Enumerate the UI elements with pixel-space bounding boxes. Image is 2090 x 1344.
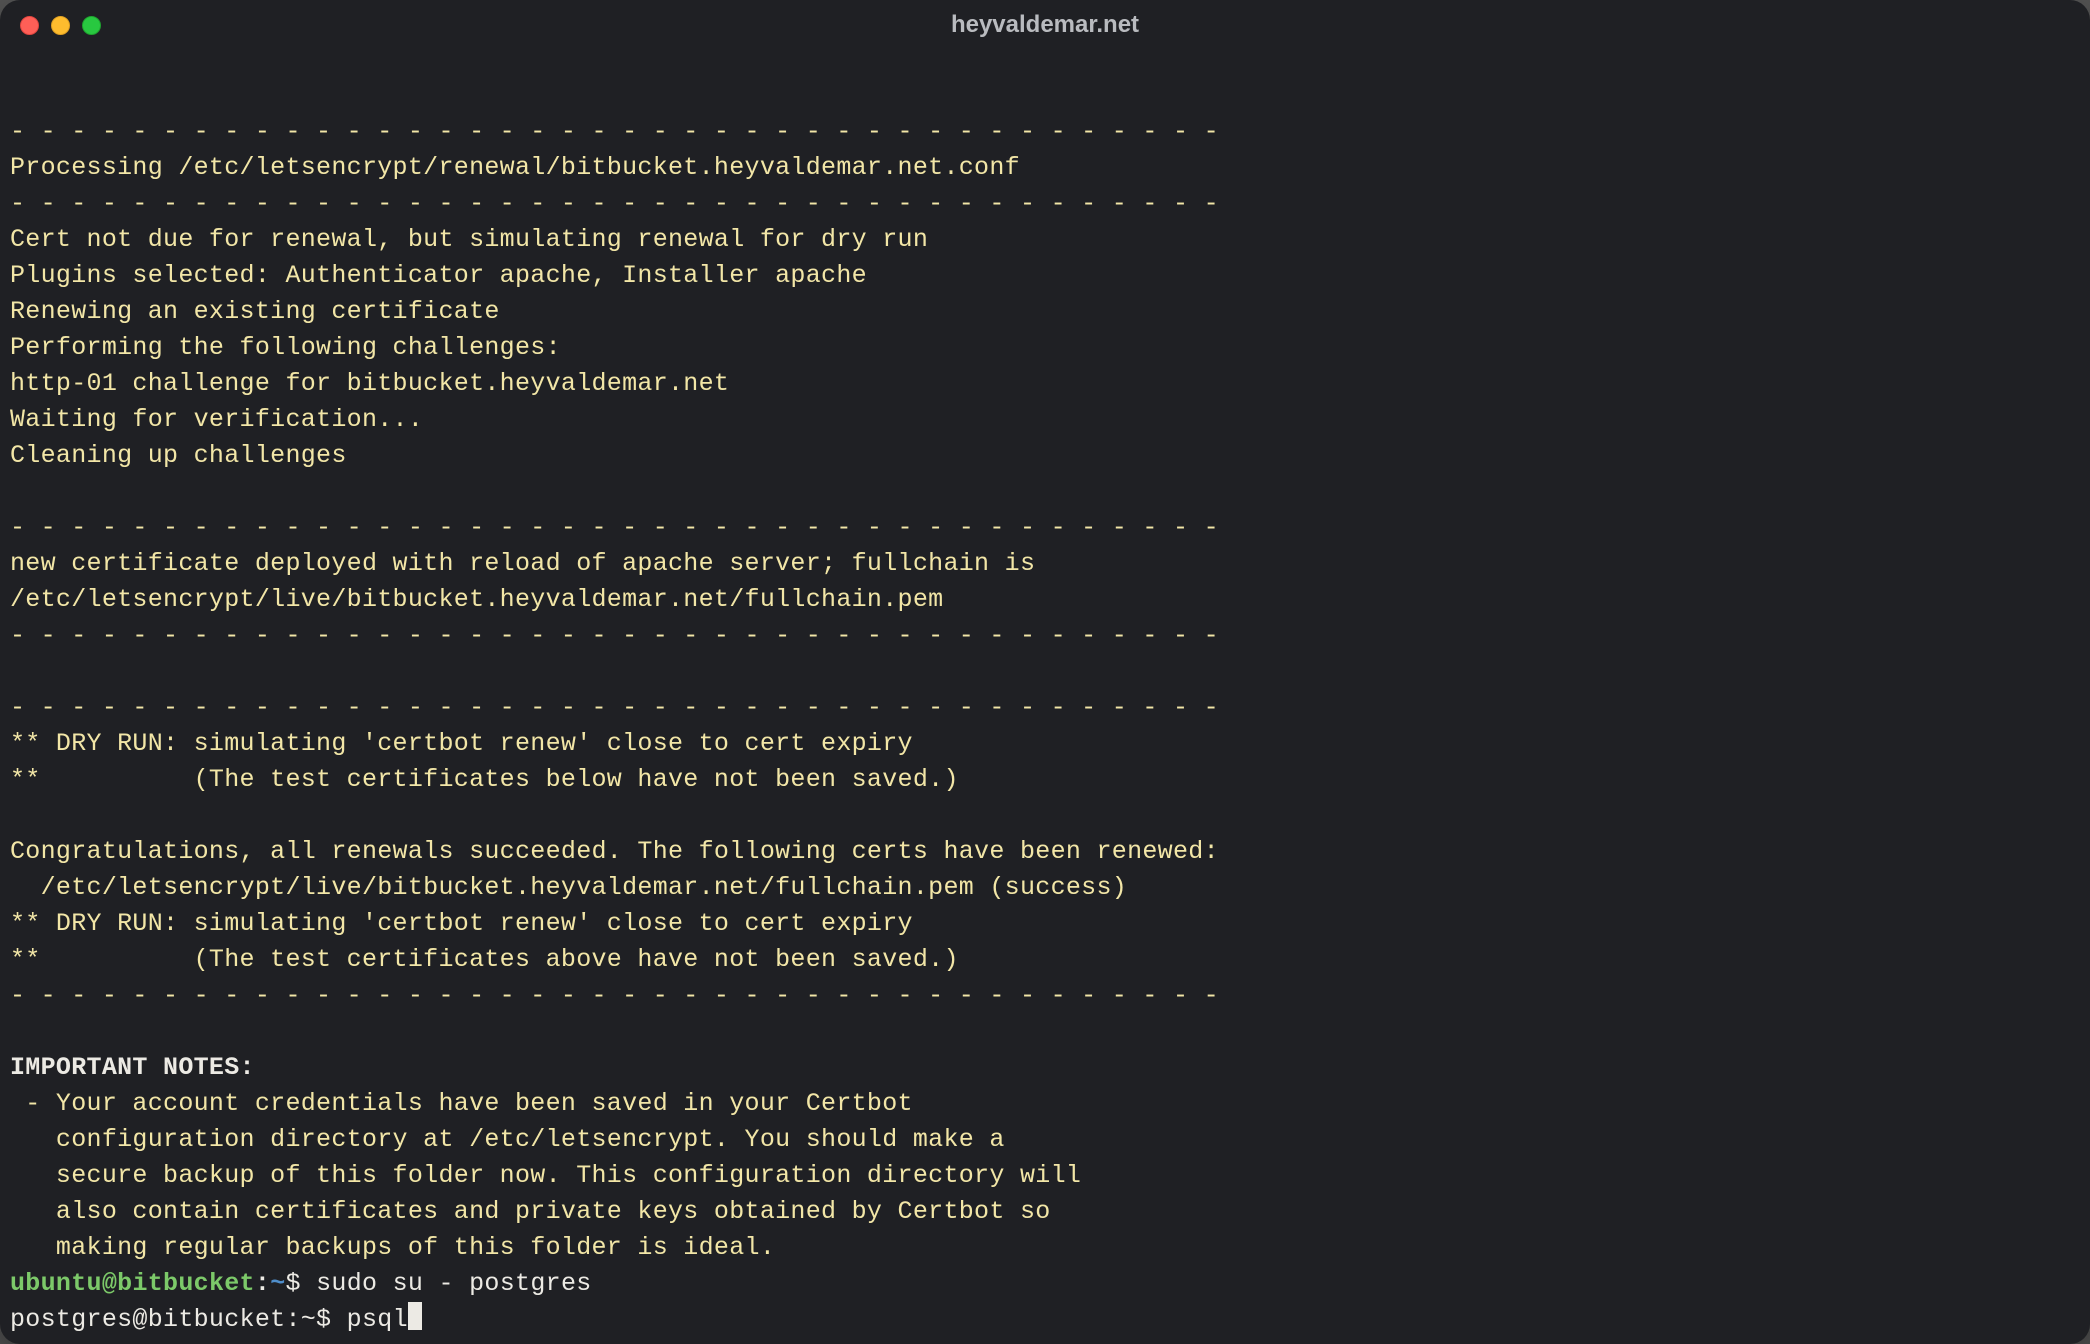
output-line: Cert not due for renewal, but simulating… <box>10 222 2080 258</box>
output-line: ** (The test certificates above have not… <box>10 942 2080 978</box>
command-text: psql <box>347 1305 408 1334</box>
output-line: ** DRY RUN: simulating 'certbot renew' c… <box>10 726 2080 762</box>
output-line: - - - - - - - - - - - - - - - - - - - - … <box>10 690 2080 726</box>
output-line: /etc/letsencrypt/live/bitbucket.heyvalde… <box>10 582 2080 618</box>
output-line: secure backup of this folder now. This c… <box>10 1158 2080 1194</box>
prompt-line-2[interactable]: postgres@bitbucket:~$ psql <box>10 1302 2080 1338</box>
output-line: Renewing an existing certificate <box>10 294 2080 330</box>
notes-heading: IMPORTANT NOTES: <box>10 1050 2080 1086</box>
cursor-icon <box>408 1302 422 1330</box>
output-line: http-01 challenge for bitbucket.heyvalde… <box>10 366 2080 402</box>
terminal-window: heyvaldemar.net - - - - - - - - - - - - … <box>0 0 2090 1344</box>
blank-line <box>10 1014 2080 1050</box>
output-line: /etc/letsencrypt/live/bitbucket.heyvalde… <box>10 870 2080 906</box>
prompt-line-1: ubuntu@bitbucket:~$ sudo su - postgres <box>10 1266 2080 1302</box>
output-line: ** (The test certificates below have not… <box>10 762 2080 798</box>
blank-line <box>10 474 2080 510</box>
prompt-at: @ <box>102 1269 117 1298</box>
prompt-dollar: $ <box>286 1269 317 1298</box>
output-line: Processing /etc/letsencrypt/renewal/bitb… <box>10 150 2080 186</box>
blank-line <box>10 798 2080 834</box>
output-line: making regular backups of this folder is… <box>10 1230 2080 1266</box>
output-line: ** DRY RUN: simulating 'certbot renew' c… <box>10 906 2080 942</box>
prompt-path: ~ <box>270 1269 285 1298</box>
output-line: - - - - - - - - - - - - - - - - - - - - … <box>10 510 2080 546</box>
blank-line <box>10 654 2080 690</box>
output-line: Cleaning up challenges <box>10 438 2080 474</box>
prompt-user: ubuntu <box>10 1269 102 1298</box>
minimize-icon[interactable] <box>51 16 70 35</box>
output-line: - Your account credentials have been sav… <box>10 1086 2080 1122</box>
output-line: Waiting for verification... <box>10 402 2080 438</box>
output-line: - - - - - - - - - - - - - - - - - - - - … <box>10 114 2080 150</box>
prompt-prefix: postgres@bitbucket:~$ <box>10 1305 347 1334</box>
titlebar: heyvaldemar.net <box>0 0 2090 50</box>
command-text: sudo su - postgres <box>316 1269 591 1298</box>
window-title: heyvaldemar.net <box>0 11 2090 39</box>
output-line: new certificate deployed with reload of … <box>10 546 2080 582</box>
output-line: Plugins selected: Authenticator apache, … <box>10 258 2080 294</box>
output-line: configuration directory at /etc/letsencr… <box>10 1122 2080 1158</box>
prompt-colon: : <box>255 1269 270 1298</box>
output-line: - - - - - - - - - - - - - - - - - - - - … <box>10 618 2080 654</box>
prompt-host: bitbucket <box>117 1269 255 1298</box>
output-line: Performing the following challenges: <box>10 330 2080 366</box>
output-line: Congratulations, all renewals succeeded.… <box>10 834 2080 870</box>
zoom-icon[interactable] <box>82 16 101 35</box>
output-line: also contain certificates and private ke… <box>10 1194 2080 1230</box>
close-icon[interactable] <box>20 16 39 35</box>
output-line: - - - - - - - - - - - - - - - - - - - - … <box>10 186 2080 222</box>
output-line: - - - - - - - - - - - - - - - - - - - - … <box>10 978 2080 1014</box>
terminal-viewport[interactable]: - - - - - - - - - - - - - - - - - - - - … <box>0 50 2090 1344</box>
window-controls <box>20 16 101 35</box>
